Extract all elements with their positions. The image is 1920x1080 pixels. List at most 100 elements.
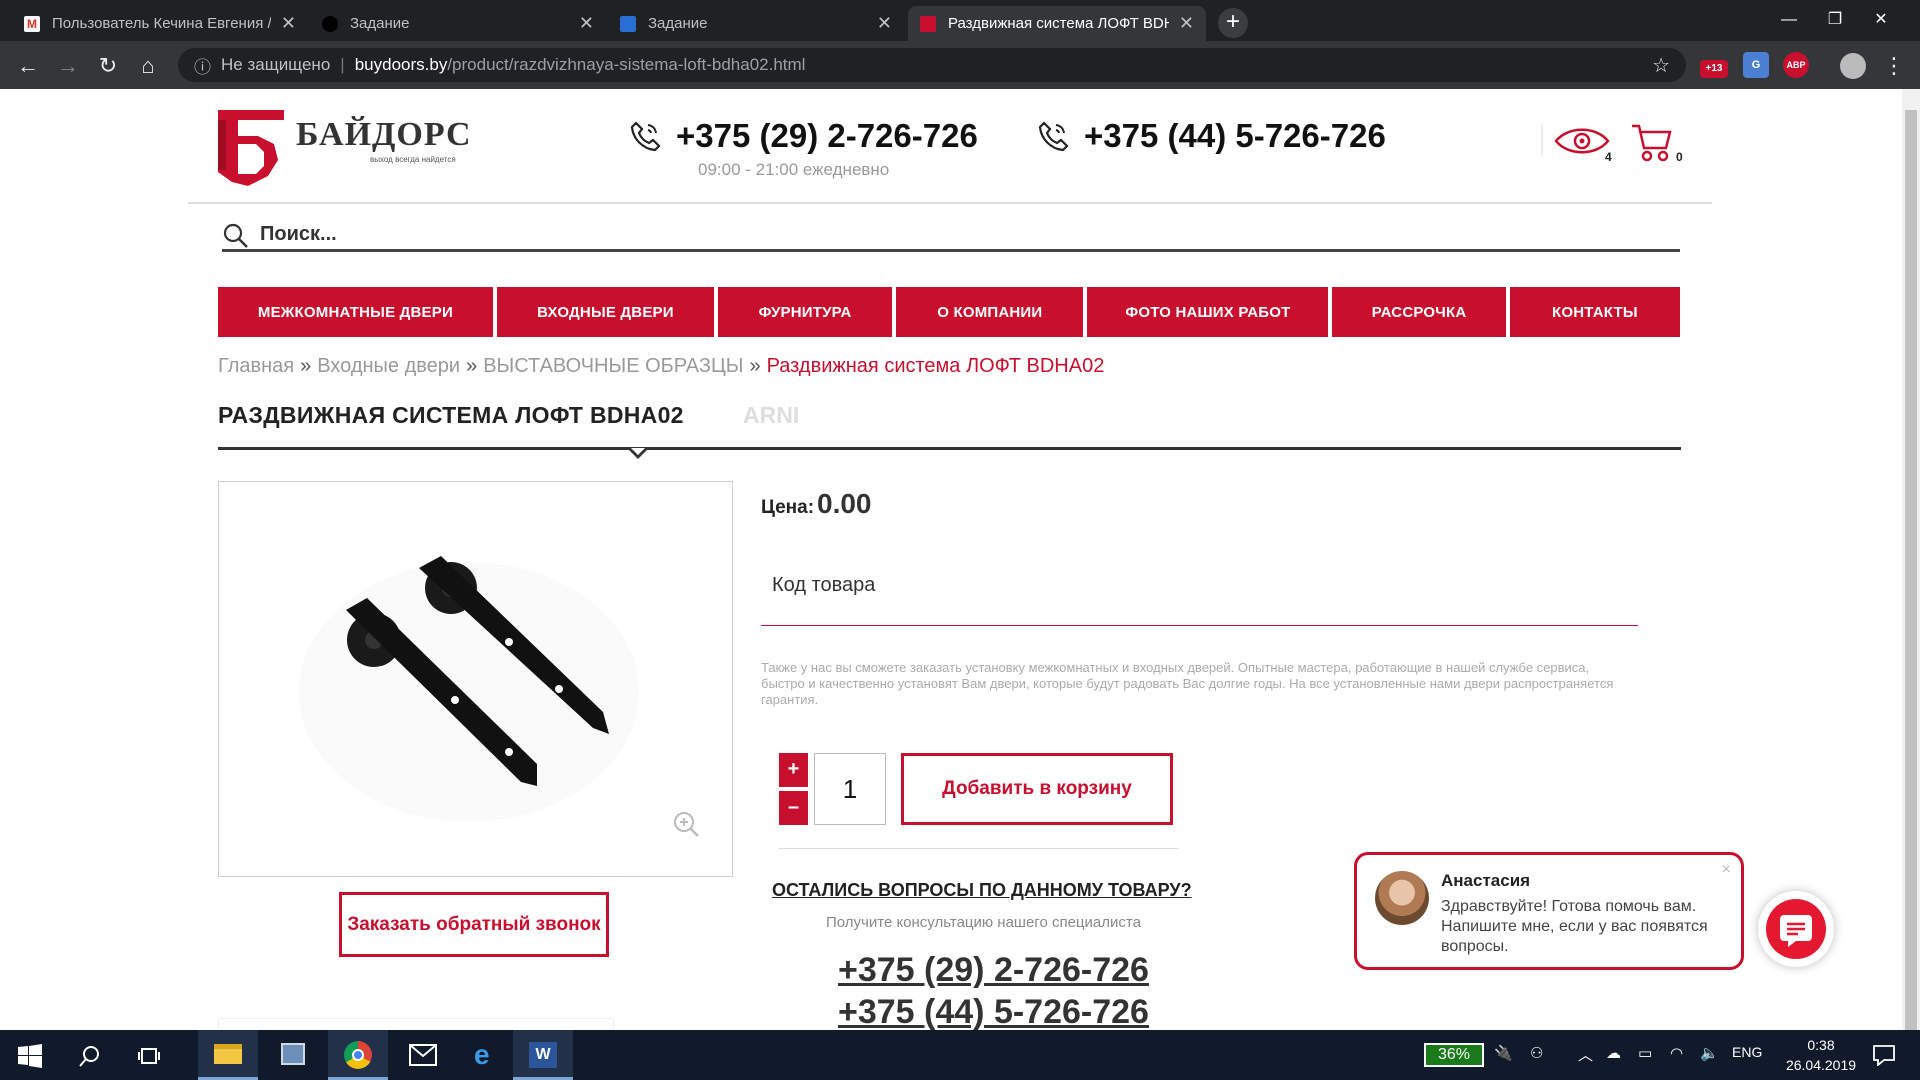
search-input[interactable]: Поиск... <box>222 220 1680 252</box>
logo-text[interactable]: БАЙДОРС <box>296 116 472 154</box>
breadcrumb-home[interactable]: Главная <box>218 355 294 377</box>
volume-icon[interactable]: 🔈 <box>1700 1044 1719 1062</box>
search-taskbar-icon[interactable] <box>78 1044 102 1068</box>
operator-avatar <box>1375 871 1429 925</box>
close-tab-icon[interactable]: ✕ <box>281 13 296 34</box>
header-phone-2[interactable]: +375 (44) 5-726-726 <box>1036 117 1386 155</box>
taskbar-chrome[interactable] <box>328 1030 388 1080</box>
buydoors-favicon-icon <box>920 15 936 32</box>
working-hours: 09:00 - 21:00 ежедневно <box>698 160 890 179</box>
close-tab-icon[interactable]: ✕ <box>579 13 594 34</box>
menu-item-photos[interactable]: Фото наших работ <box>1087 287 1329 337</box>
notifications-icon[interactable] <box>1872 1044 1896 1066</box>
profile-avatar[interactable] <box>1840 53 1866 79</box>
taskbar-app-2[interactable] <box>263 1030 323 1080</box>
task-site-icon <box>620 15 636 32</box>
phone-icon <box>630 121 661 152</box>
windows-start-icon[interactable] <box>18 1044 42 1068</box>
consult-phone-2[interactable]: +375 (44) 5-726-726 <box>838 993 1149 1032</box>
taskbar-edge[interactable]: e <box>458 1030 518 1080</box>
battery-indicator[interactable]: 36% <box>1424 1043 1484 1067</box>
folder-icon <box>214 1044 242 1064</box>
product-brand[interactable]: ARNI <box>743 402 799 429</box>
close-tab-icon[interactable]: ✕ <box>877 13 892 34</box>
questions-heading[interactable]: ОСТАЛИСЬ ВОПРОСЫ ПО ДАННОМУ ТОВАРУ? <box>772 880 1192 901</box>
phone-number: +375 (44) 5-726-726 <box>1084 117 1386 154</box>
security-status: Не защищено <box>221 55 331 74</box>
page-title: РАЗДВИЖНАЯ СИСТЕМА ЛОФТ BDHA02 <box>218 402 684 428</box>
menu-item-interior-doors[interactable]: Межкомнатные двери <box>218 287 493 337</box>
close-window-icon[interactable]: ✕ <box>1858 4 1904 36</box>
reload-icon[interactable]: ↻ <box>94 52 122 80</box>
taskbar-mail[interactable] <box>393 1030 453 1080</box>
header-phone-1[interactable]: +375 (29) 2-726-726 <box>628 117 978 155</box>
qty-decrease-button[interactable]: – <box>779 791 808 825</box>
adblock-icon[interactable]: ABP <box>1783 52 1809 78</box>
forward-arrow-icon[interactable]: → <box>54 52 82 80</box>
tab-title: Задание <box>648 15 708 32</box>
breadcrumb-separator: » <box>466 355 478 377</box>
tab-product-active[interactable]: Раздвижная система ЛОФТ BDH ✕ <box>908 6 1206 41</box>
tab-gmail[interactable]: M Пользователь Кечина Евгения / ✕ <box>12 6 308 41</box>
operator-name: Анастасия <box>1441 871 1531 890</box>
task-view-icon[interactable] <box>138 1044 162 1068</box>
taskbar-file-explorer[interactable] <box>198 1030 258 1080</box>
close-tab-icon[interactable]: ✕ <box>1179 13 1194 34</box>
chat-popup[interactable]: Анастасия Здравствуйте! Готова помочь ва… <box>1354 852 1744 970</box>
scrollbar-thumb[interactable] <box>1905 110 1917 1030</box>
quantity-input[interactable]: 1 <box>814 753 886 825</box>
info-icon[interactable]: ⓘ <box>194 53 211 78</box>
zoom-in-icon[interactable] <box>672 810 700 838</box>
input-language[interactable]: ENG <box>1732 1044 1762 1060</box>
tray-chevron-icon[interactable]: ︿ <box>1578 1044 1593 1065</box>
cart-icon[interactable] <box>1630 122 1672 162</box>
power-plug-icon[interactable]: 🔌 <box>1494 1044 1513 1062</box>
code-divider <box>761 625 1638 626</box>
back-arrow-icon[interactable]: ← <box>14 52 42 80</box>
restore-icon[interactable]: ❐ <box>1812 4 1858 36</box>
minimize-icon[interactable]: — <box>1766 4 1812 36</box>
chat-close-icon[interactable]: × <box>1722 861 1731 879</box>
questions-subtitle: Получите консультацию нашего специалиста <box>826 914 1141 931</box>
tab-task-2[interactable]: Задание ✕ <box>608 6 904 41</box>
address-bar[interactable]: ⓘ Не защищено | buydoors.by /product/raz… <box>178 48 1686 82</box>
consult-phone-1[interactable]: +375 (29) 2-726-726 <box>838 951 1149 990</box>
onedrive-cloud-icon[interactable]: ☁ <box>1606 1044 1621 1062</box>
product-image[interactable] <box>219 482 734 878</box>
search-placeholder: Поиск... <box>260 223 337 245</box>
menu-item-about[interactable]: О компании <box>896 287 1084 337</box>
system-clock[interactable]: 0:38 26.04.2019 <box>1776 1035 1866 1075</box>
logo-icon[interactable] <box>218 110 284 186</box>
clock-time: 0:38 <box>1807 1037 1835 1053</box>
wifi-icon[interactable]: ◠ <box>1670 1044 1683 1062</box>
add-to-cart-button[interactable]: Добавить в корзину <box>901 753 1173 825</box>
callback-button[interactable]: Заказать обратный звонок <box>339 892 609 957</box>
chat-open-button[interactable] <box>1758 891 1834 967</box>
translate-icon[interactable]: G <box>1743 52 1769 78</box>
menu-item-entrance-doors[interactable]: Входные двери <box>496 287 714 337</box>
viewed-eye-icon[interactable] <box>1554 126 1610 156</box>
menu-item-contacts[interactable]: Контакты <box>1509 287 1681 337</box>
tab-title: Раздвижная система ЛОФТ BDH <box>948 15 1169 32</box>
menu-item-hardware[interactable]: Фурнитура <box>717 287 893 337</box>
gmail-icon: M <box>24 15 40 32</box>
product-image-frame[interactable] <box>218 481 733 877</box>
title-underline <box>218 447 1681 450</box>
installation-note: Также у нас вы сможете заказать установк… <box>761 660 1614 707</box>
breadcrumb-current: Раздвижная система ЛОФТ BDHA02 <box>766 355 1105 377</box>
bookmark-star-icon[interactable]: ☆ <box>1652 53 1670 78</box>
browser-menu-icon[interactable]: ⋮ <box>1880 52 1908 80</box>
tab-task-1[interactable]: Задание ✕ <box>310 6 606 41</box>
people-icon[interactable]: ⚇ <box>1530 1044 1543 1062</box>
tab-title: Пользователь Кечина Евгения / <box>52 15 271 32</box>
breadcrumb-showroom[interactable]: ВЫСТАВОЧНЫЕ ОБРАЗЦЫ <box>483 355 743 377</box>
home-icon[interactable]: ⌂ <box>134 52 162 80</box>
new-tab-button[interactable]: + <box>1218 8 1248 38</box>
user-icon <box>322 15 338 32</box>
battery-tray-icon[interactable]: ▭ <box>1638 1044 1652 1062</box>
menu-item-installment[interactable]: Рассрочка <box>1332 287 1506 337</box>
extension-badge[interactable]: +13 <box>1700 60 1728 78</box>
qty-increase-button[interactable]: + <box>779 753 808 787</box>
breadcrumb-entrance-doors[interactable]: Входные двери <box>317 355 460 377</box>
taskbar-word[interactable]: W <box>513 1030 573 1080</box>
